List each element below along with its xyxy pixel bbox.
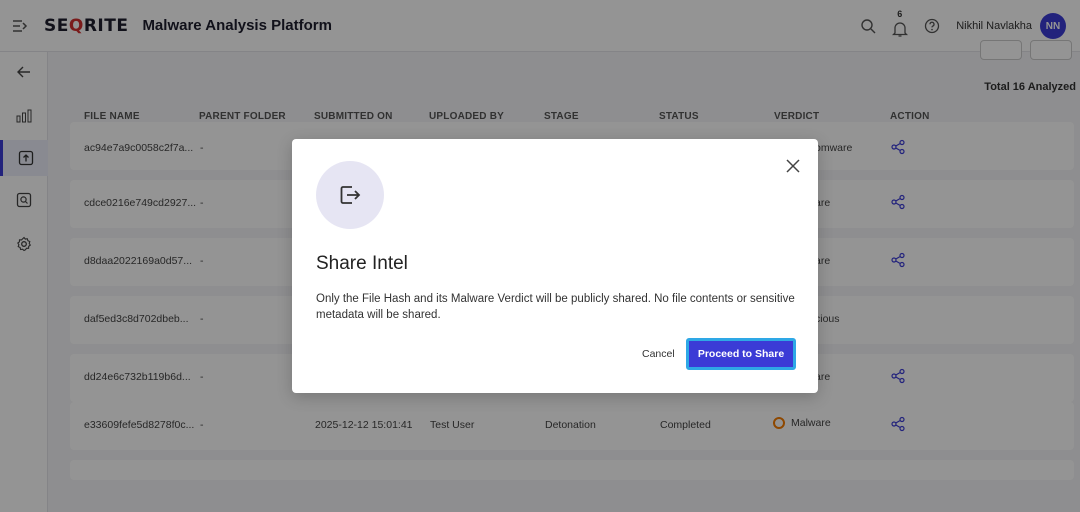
- close-icon[interactable]: [782, 155, 804, 177]
- export-icon: [316, 161, 384, 229]
- share-intel-dialog: Share Intel Only the File Hash and its M…: [292, 139, 818, 393]
- modal-description: Only the File Hash and its Malware Verdi…: [316, 293, 795, 321]
- modal-title: Share Intel: [316, 253, 408, 274]
- cancel-button[interactable]: Cancel: [636, 342, 681, 366]
- proceed-to-share-button[interactable]: Proceed to Share: [686, 338, 796, 370]
